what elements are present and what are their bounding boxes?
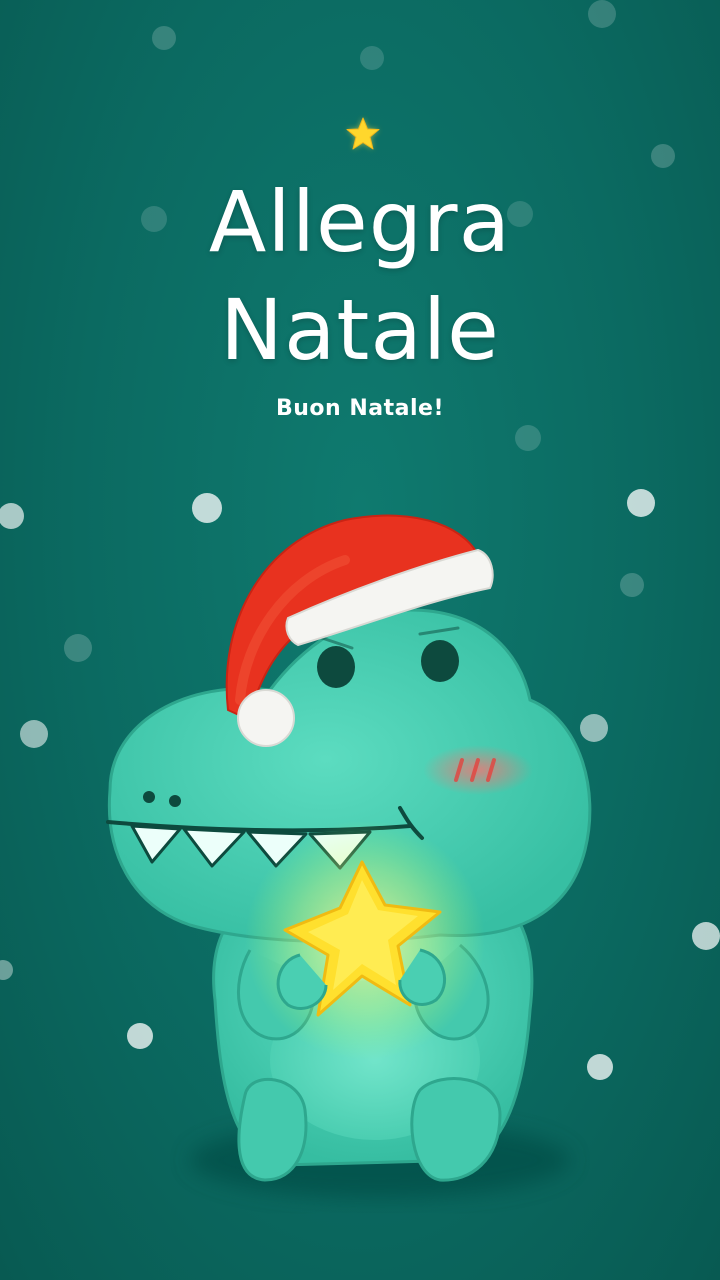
christmas-card: Allegra Natale Buon Natale! xyxy=(0,0,720,1280)
dinosaur-illustration xyxy=(106,514,592,1198)
